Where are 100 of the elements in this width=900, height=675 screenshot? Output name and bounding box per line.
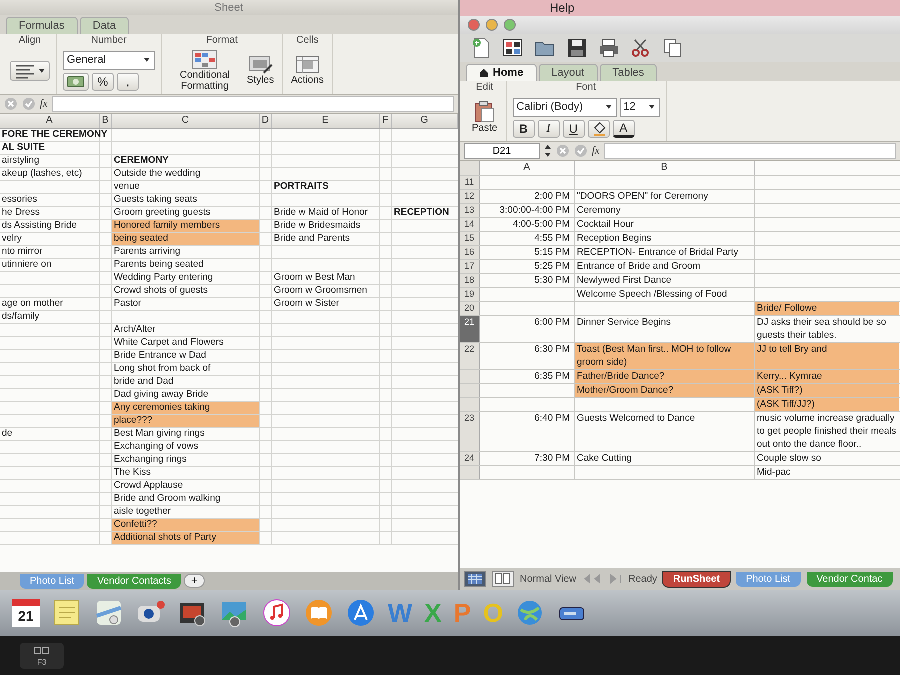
sheet-tab[interactable]: RunSheet bbox=[663, 572, 730, 586]
ribbon-tab[interactable]: Data bbox=[80, 17, 130, 34]
table-cell-text: DJ asks their sea should be so guests their tables. bbox=[756, 316, 888, 342]
row-header[interactable]: 14 bbox=[460, 218, 479, 231]
new-document-icon[interactable] bbox=[470, 37, 492, 59]
book-icon[interactable] bbox=[304, 598, 334, 628]
zoom-button[interactable] bbox=[504, 19, 516, 31]
paste-button[interactable]: Paste bbox=[470, 101, 500, 134]
column-header[interactable]: A bbox=[0, 114, 100, 128]
table-cell-text: Arch/Alter bbox=[113, 324, 157, 336]
name-box[interactable]: D21 bbox=[464, 143, 540, 159]
two-pages-icon bbox=[495, 573, 511, 585]
format-button[interactable]: Conditional Formatting bbox=[168, 50, 242, 92]
page-layout-button[interactable] bbox=[492, 571, 514, 587]
colored-grid-icon bbox=[192, 50, 218, 70]
cells-button[interactable]: Actions bbox=[289, 55, 326, 86]
table-cell-text: White Carpet and Flowers bbox=[113, 337, 225, 349]
column-header[interactable]: B bbox=[575, 161, 755, 175]
font-name-dropdown[interactable]: Calibri (Body) bbox=[512, 98, 617, 116]
sheet-tab[interactable]: Vendor Contac bbox=[806, 572, 893, 586]
table-cell-text: Guests Welcomed to Dance bbox=[576, 412, 696, 426]
grid-icon bbox=[467, 573, 483, 585]
row-header[interactable]: 11 bbox=[460, 176, 479, 189]
close-button[interactable] bbox=[468, 19, 480, 31]
save-icon[interactable] bbox=[566, 37, 588, 59]
column-header[interactable]: B bbox=[100, 114, 112, 128]
table-cell: Toast (Best Man first.. MOH to follow groom side) bbox=[575, 343, 754, 369]
row-header[interactable]: 24 bbox=[460, 452, 479, 465]
row-header[interactable]: 19 bbox=[460, 288, 479, 301]
table-cell-text: Wedding Party entering bbox=[113, 272, 214, 284]
grid-icon[interactable] bbox=[502, 37, 524, 59]
row-header[interactable]: 16 bbox=[460, 246, 479, 259]
format-button[interactable]: Styles bbox=[245, 55, 276, 86]
row-header[interactable]: 21 bbox=[460, 316, 479, 342]
row-header[interactable]: 13 bbox=[460, 204, 479, 217]
ribbon-tab[interactable]: Tables bbox=[600, 64, 658, 81]
fill-color-button[interactable] bbox=[588, 120, 610, 138]
formula-field[interactable] bbox=[604, 143, 896, 159]
minimize-button[interactable] bbox=[486, 19, 498, 31]
column-header[interactable]: E bbox=[272, 114, 380, 128]
column-header[interactable]: C bbox=[112, 114, 260, 128]
map-icon[interactable] bbox=[94, 598, 124, 628]
column-header[interactable]: A bbox=[480, 161, 575, 175]
row-header[interactable]: 18 bbox=[460, 274, 479, 287]
print-icon[interactable] bbox=[598, 37, 620, 59]
align-button[interactable] bbox=[10, 60, 50, 80]
table-cell-text: ds Assisting Bride bbox=[1, 220, 78, 232]
table-cell-text: 6:35 PM bbox=[534, 370, 571, 383]
row-header[interactable]: 23 bbox=[460, 412, 479, 451]
clipboard-icon bbox=[472, 101, 497, 123]
number-format-button[interactable]: % bbox=[92, 72, 114, 90]
row-header[interactable]: 17 bbox=[460, 260, 479, 273]
table-cell-text: venue bbox=[113, 181, 141, 193]
table-cell-text: Groom w Groomsmen bbox=[273, 285, 368, 297]
table-cell-text: Bride Entrance w Dad bbox=[113, 350, 208, 362]
number-format-dropdown[interactable]: General bbox=[63, 50, 155, 70]
table-cell-text: Entrance of Bride and Groom bbox=[576, 260, 702, 273]
table-cell: Father/Bride Dance? bbox=[575, 370, 754, 383]
column-header[interactable]: F bbox=[380, 114, 392, 128]
row-header[interactable]: 12 bbox=[460, 190, 479, 203]
spinner-icon[interactable] bbox=[544, 144, 552, 158]
text-style-button[interactable]: B bbox=[512, 120, 535, 138]
group-label: Font bbox=[576, 82, 596, 93]
font-size-dropdown[interactable]: 12 bbox=[620, 98, 660, 116]
number-format-button[interactable]: , bbox=[117, 72, 139, 90]
normal-view-button[interactable] bbox=[464, 571, 486, 587]
table-cell-text: 6:30 PM bbox=[534, 343, 571, 357]
column-header[interactable]: D bbox=[260, 114, 272, 128]
menu-item[interactable]: Help bbox=[550, 1, 575, 15]
scissors-icon[interactable] bbox=[630, 37, 652, 59]
table-cell-text: 2:00 PM bbox=[534, 190, 571, 203]
table-cell-text: Ceremony bbox=[576, 204, 622, 217]
window-title: Sheet bbox=[214, 2, 244, 14]
add-sheet-button[interactable]: + bbox=[184, 574, 205, 588]
text-style-button[interactable]: U bbox=[562, 120, 585, 138]
caret-icon bbox=[38, 66, 46, 74]
table-cells-icon bbox=[294, 55, 321, 75]
row-header[interactable]: 20 bbox=[460, 302, 479, 315]
currency-button[interactable] bbox=[63, 72, 89, 90]
table-cell-text: ds/family bbox=[1, 311, 40, 323]
row-header[interactable]: 22 bbox=[460, 343, 479, 369]
table-cell: (ASK Tiff?) bbox=[755, 384, 899, 397]
sheet-tab[interactable]: Vendor Contacts bbox=[87, 574, 182, 588]
calendar-tile[interactable]: 21 bbox=[12, 599, 40, 627]
table-cell-text: de bbox=[1, 428, 14, 440]
music-note-icon[interactable] bbox=[262, 598, 292, 628]
table-cell-text: Cake Cutting bbox=[576, 452, 633, 465]
ribbon-tab[interactable]: Layout bbox=[538, 64, 598, 81]
text-style-button[interactable]: I bbox=[538, 120, 560, 138]
ribbon-tab[interactable]: Formulas bbox=[6, 17, 78, 34]
keyboard-key[interactable]: F3 bbox=[20, 642, 64, 668]
row-header[interactable]: 15 bbox=[460, 232, 479, 245]
copy-icon[interactable] bbox=[662, 37, 684, 59]
font-color-button[interactable]: A bbox=[612, 120, 635, 138]
table-cell-text: Outside the wedding bbox=[113, 168, 202, 180]
ribbon-tab[interactable]: Home bbox=[466, 64, 537, 81]
column-header[interactable]: G bbox=[392, 114, 458, 128]
formula-field[interactable] bbox=[52, 96, 454, 112]
table-cell-text: RECEPTION bbox=[393, 207, 450, 219]
table-cell-text: music volume increase gradually to get people finished their meals out onto the dance floor.. bbox=[756, 412, 898, 451]
